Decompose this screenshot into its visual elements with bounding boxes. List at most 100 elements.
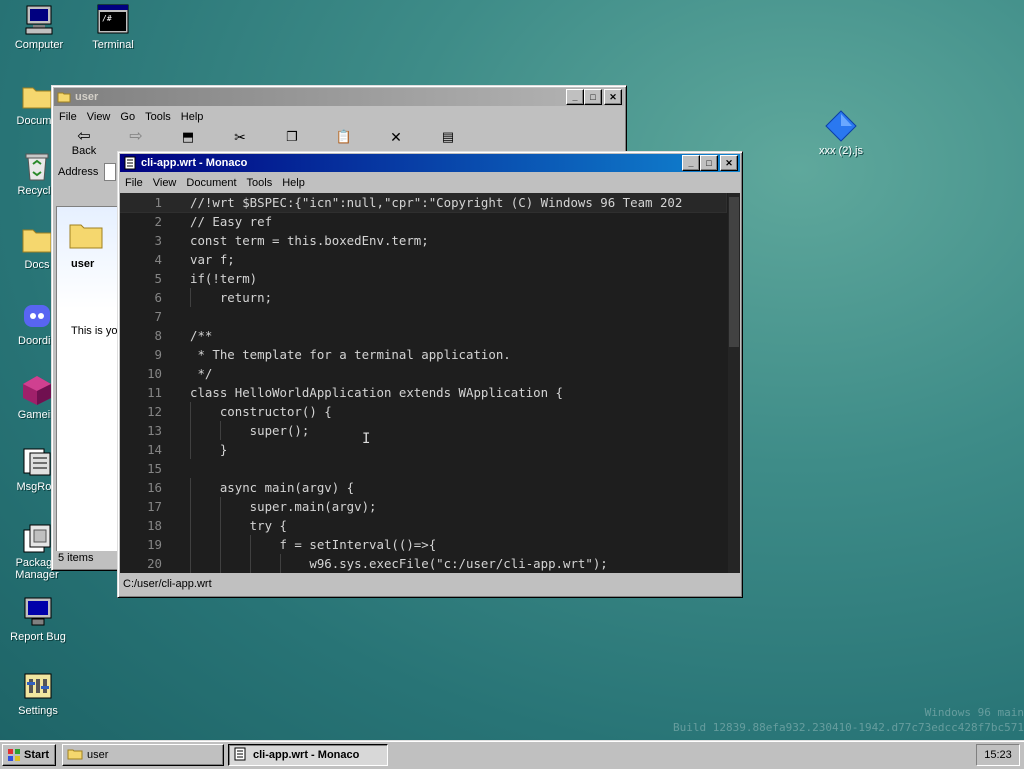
- close-button[interactable]: ✕: [604, 89, 622, 105]
- editor-window[interactable]: cli-app.wrt - Monaco _ □ ✕ File View Doc…: [117, 151, 743, 598]
- code-line[interactable]: 2 // Easy ref: [120, 212, 726, 231]
- editor-titlebar[interactable]: cli-app.wrt - Monaco _ □ ✕: [120, 154, 740, 172]
- code-text: //!wrt $BSPEC:{"icn":null,"cpr":"Copyrig…: [190, 195, 683, 210]
- forward-button[interactable]: ⇨: [110, 126, 162, 145]
- copy-icon: ❐: [286, 129, 298, 144]
- line-number: 12: [147, 404, 162, 419]
- code-line[interactable]: 13 super();: [120, 421, 726, 440]
- forward-arrow-icon: ⇨: [129, 128, 143, 145]
- delete-button[interactable]: ✕: [370, 126, 422, 145]
- code-line[interactable]: 20 w96.sys.execFile("c:/user/cli-app.wrt…: [120, 554, 726, 573]
- start-button[interactable]: Start: [2, 744, 56, 766]
- scrollbar-thumb[interactable]: [729, 197, 739, 347]
- code-text: try {: [190, 518, 287, 533]
- menu-file[interactable]: File: [120, 177, 148, 189]
- code-line[interactable]: 7: [120, 307, 726, 326]
- code-line[interactable]: 10 */: [120, 364, 726, 383]
- back-button[interactable]: ⇦ Back: [58, 126, 110, 158]
- desktop-icon-label: Terminal: [92, 39, 134, 51]
- menu-tools[interactable]: Tools: [242, 177, 278, 189]
- maximize-button[interactable]: □: [584, 89, 602, 105]
- taskbar: Start user cli-app.wrt - Monaco 15:23: [0, 740, 1024, 769]
- code-line[interactable]: 8 /**: [120, 326, 726, 345]
- line-number: 10: [147, 366, 162, 381]
- minimize-button[interactable]: _: [682, 155, 700, 171]
- editor-scrollbar[interactable]: [728, 193, 740, 573]
- menu-view[interactable]: View: [148, 177, 182, 189]
- folder-icon: [21, 224, 53, 256]
- menu-file[interactable]: File: [54, 111, 82, 123]
- code-line[interactable]: 18 try {: [120, 516, 726, 535]
- task-button-editor[interactable]: cli-app.wrt - Monaco: [228, 744, 388, 766]
- code-line[interactable]: 3 const term = this.boxedEnv.term;: [120, 231, 726, 250]
- code-text: return;: [190, 290, 273, 305]
- code-line[interactable]: 6 return;: [120, 288, 726, 307]
- code-text: constructor() {: [190, 404, 332, 419]
- menu-help[interactable]: Help: [176, 111, 209, 123]
- line-number: 4: [154, 252, 162, 267]
- menu-go[interactable]: Go: [115, 111, 140, 123]
- line-number: 5: [154, 271, 162, 286]
- desktop-icon-label: xxx (2).js: [819, 145, 863, 157]
- properties-button[interactable]: ▤: [422, 126, 474, 145]
- code-line[interactable]: 9 * The template for a terminal applicat…: [120, 345, 726, 364]
- explorer-titlebar[interactable]: user _ □ ✕: [54, 88, 624, 106]
- code-line[interactable]: 5 if(!term): [120, 269, 726, 288]
- line-number: 2: [154, 214, 162, 229]
- desktop-icon-terminal[interactable]: /# Terminal: [76, 4, 150, 51]
- watermark-line: Build 12839.88efa932.230410-1942.d77c73e…: [673, 721, 1024, 734]
- discord-icon: [21, 300, 53, 332]
- code-editor[interactable]: 1 //!wrt $BSPEC:{"icn":null,"cpr":"Copyri…: [120, 193, 740, 573]
- desktop-icon-label: Settings: [18, 705, 58, 717]
- settings-icon: [22, 670, 54, 702]
- document-icon: [123, 156, 137, 170]
- address-label: Address: [58, 166, 99, 178]
- paste-icon: 📋: [335, 129, 353, 144]
- folder-icon: [69, 221, 121, 252]
- code-text: const term = this.boxedEnv.term;: [190, 233, 429, 248]
- line-number: 11: [147, 385, 162, 400]
- task-button-explorer[interactable]: user: [62, 744, 224, 766]
- code-line[interactable]: 16 async main(argv) {: [120, 478, 726, 497]
- code-line[interactable]: 15: [120, 459, 726, 478]
- delete-icon: ✕: [390, 129, 402, 145]
- code-line[interactable]: 12 constructor() {: [120, 402, 726, 421]
- code-line[interactable]: 4 var f;: [120, 250, 726, 269]
- folder-name: user: [71, 258, 95, 270]
- address-input[interactable]: [104, 163, 117, 181]
- paste-button[interactable]: 📋: [318, 126, 370, 145]
- clock[interactable]: 15:23: [984, 749, 1012, 761]
- desktop-icon-js-file[interactable]: xxx (2).js: [804, 110, 878, 157]
- code-line[interactable]: 11 class HelloWorldApplication extends WA…: [120, 383, 726, 402]
- desktop-icon-settings[interactable]: Settings: [1, 670, 75, 717]
- recycle-bin-icon: [21, 150, 53, 182]
- desktop-icon-report-bug[interactable]: Report Bug: [1, 596, 75, 643]
- copy-button[interactable]: ❐: [266, 126, 318, 145]
- folder-icon: [67, 747, 83, 764]
- cube-icon: [21, 374, 53, 406]
- folder-description: This is you: [71, 325, 121, 337]
- system-tray: 15:23: [976, 744, 1020, 766]
- line-number: 17: [147, 499, 162, 514]
- editor-statusbar: C:/user/cli-app.wrt: [120, 575, 739, 593]
- up-folder-button[interactable]: ⬒: [162, 126, 214, 145]
- desktop-icon-computer[interactable]: Computer: [2, 4, 76, 51]
- code-line[interactable]: 14 }: [120, 440, 726, 459]
- menu-view[interactable]: View: [82, 111, 116, 123]
- code-line[interactable]: 17 super.main(argv);: [120, 497, 726, 516]
- code-line[interactable]: 1 //!wrt $BSPEC:{"icn":null,"cpr":"Copyri…: [120, 193, 727, 213]
- package-icon: [21, 522, 53, 554]
- maximize-button[interactable]: □: [700, 155, 718, 171]
- minimize-button[interactable]: _: [566, 89, 584, 105]
- menu-document[interactable]: Document: [181, 177, 241, 189]
- menu-help[interactable]: Help: [277, 177, 310, 189]
- code-line[interactable]: 19 f = setInterval(()=>{: [120, 535, 726, 554]
- task-label: cli-app.wrt - Monaco: [253, 749, 360, 761]
- menu-tools[interactable]: Tools: [140, 111, 176, 123]
- code-text: /**: [190, 328, 213, 343]
- close-button[interactable]: ✕: [720, 155, 738, 171]
- watermark-line: Windows 96 main: [924, 706, 1024, 719]
- code-text: // Easy ref: [190, 214, 273, 229]
- code-text: f = setInterval(()=>{: [190, 537, 437, 552]
- cut-button[interactable]: ✂: [214, 126, 266, 145]
